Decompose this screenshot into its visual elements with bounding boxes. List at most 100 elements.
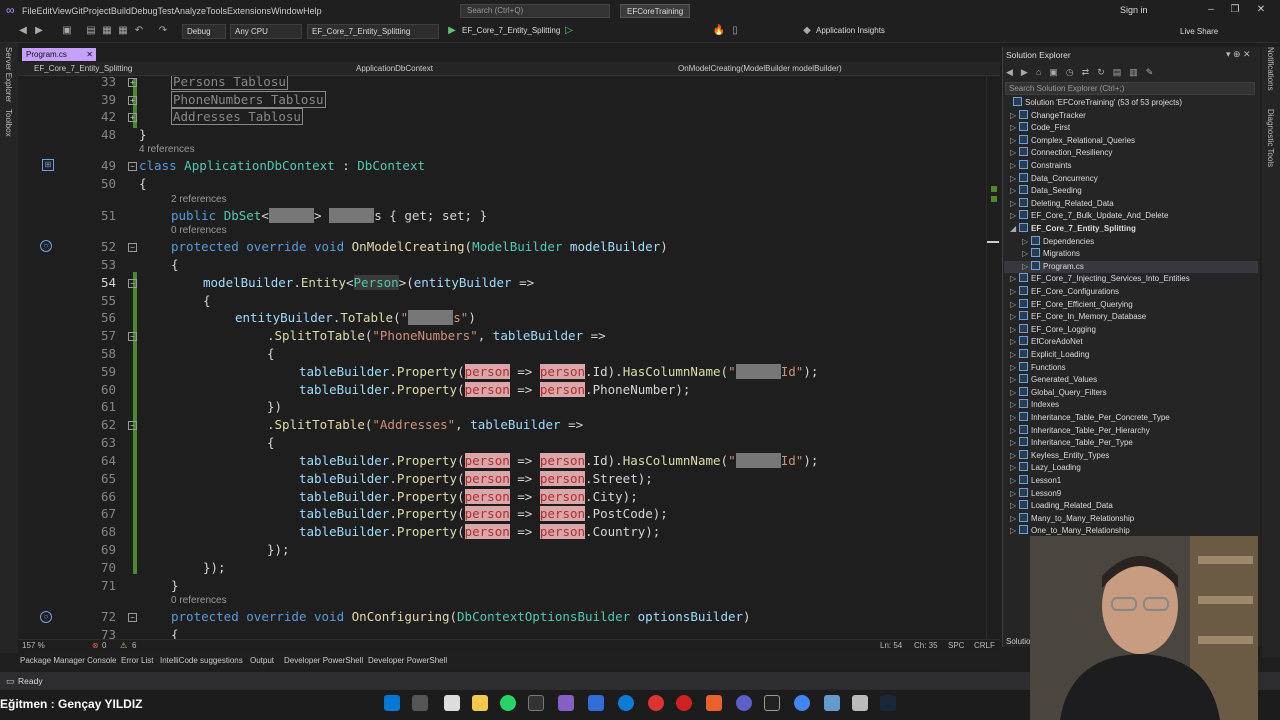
postman-icon[interactable] [706, 695, 722, 711]
codelens-references[interactable]: 0 references [171, 595, 227, 606]
solution-tree-item[interactable]: ▷ Global_Query_Filters [1004, 386, 1258, 399]
nav-project-dropdown[interactable]: EF_Core_7_Entity_Splitting [34, 63, 334, 75]
search-input[interactable]: Search (Ctrl+Q) [460, 4, 610, 18]
solution-tree-item[interactable]: ▷ Functions [1004, 361, 1258, 374]
codelens-references[interactable]: 4 references [139, 144, 195, 155]
collapsed-region[interactable]: PhoneNumbers Tablosu [171, 91, 326, 108]
nav-member-dropdown[interactable]: OnModelCreating(ModelBuilder modelBuilde… [678, 63, 978, 75]
visual-studio-logo-icon[interactable]: ∞ [6, 4, 20, 17]
signin-link[interactable]: Sign in [1120, 0, 1148, 21]
solution-tree-item[interactable]: ▷ Program.cs [1004, 260, 1258, 273]
chevron-right-icon[interactable]: ▷ [1010, 462, 1019, 474]
override-icon[interactable]: ○ [40, 611, 52, 623]
chevron-right-icon[interactable]: ▷ [1010, 198, 1019, 210]
app-icon[interactable] [852, 695, 868, 711]
back-icon[interactable]: ◀ [1006, 67, 1013, 78]
maximize-icon[interactable]: ❐ [1222, 2, 1248, 18]
menu-edit[interactable]: Edit [37, 6, 53, 16]
close-window-icon[interactable]: ✕ [1248, 2, 1274, 18]
expand-region-icon[interactable]: + [128, 78, 137, 87]
collapse-region-icon[interactable]: − [128, 243, 137, 252]
solution-tree-item[interactable]: ▷ Many_to_Many_Relationship [1004, 512, 1258, 525]
bookmark-icon[interactable]: ▯ [728, 24, 742, 38]
hot-reload-icon[interactable]: 🔥 [712, 24, 726, 38]
visual-studio-icon[interactable] [558, 695, 574, 711]
menu-window[interactable]: Window [271, 6, 303, 16]
menu-file[interactable]: File [22, 6, 37, 16]
menu-build[interactable]: Build [111, 6, 131, 16]
editor-vertical-scrollbar[interactable] [986, 76, 999, 639]
toolbox-tab[interactable]: Toolbox [4, 109, 13, 137]
chevron-right-icon[interactable]: ▷ [1010, 450, 1019, 462]
menu-project[interactable]: Project [83, 6, 111, 16]
chevron-right-icon[interactable]: ▷ [1010, 173, 1019, 185]
opera-icon[interactable] [648, 695, 664, 711]
collapsed-region[interactable]: Persons Tablosu [171, 76, 288, 90]
startup-project-dropdown[interactable]: EF_Core_7_Entity_Splitting [307, 24, 439, 39]
chevron-right-icon[interactable]: ▷ [1010, 362, 1019, 374]
home-icon[interactable]: ⌂ [1036, 67, 1041, 77]
solution-tree-item[interactable]: ▷ Indexes [1004, 399, 1258, 411]
warning-count[interactable]: 6 [132, 640, 136, 651]
remote-desktop-icon[interactable] [588, 695, 604, 711]
solution-tree-item[interactable]: ▷ Explicit_Loading [1004, 349, 1258, 361]
pending-changes-icon[interactable]: ◷ [1066, 67, 1074, 78]
chevron-right-icon[interactable]: ▷ [1022, 248, 1031, 260]
app-icon[interactable] [824, 695, 840, 711]
chevron-right-icon[interactable]: ▷ [1010, 513, 1019, 525]
file-explorer-icon[interactable] [472, 695, 488, 711]
collapse-region-icon[interactable]: − [128, 613, 137, 622]
chevron-right-icon[interactable]: ▷ [1010, 437, 1019, 449]
solution-tree-item[interactable]: ▷ Deleting_Related_Data [1004, 197, 1258, 210]
menu-tools[interactable]: Tools [206, 6, 227, 16]
chevron-right-icon[interactable]: ▷ [1010, 500, 1019, 512]
teams-icon[interactable] [736, 695, 752, 711]
save-all-icon[interactable]: ▦ [116, 24, 130, 38]
menu-debug[interactable]: Debug [131, 6, 158, 16]
chevron-right-icon[interactable]: ▷ [1010, 399, 1019, 411]
chevron-right-icon[interactable]: ▷ [1010, 286, 1019, 298]
pin-icon[interactable]: ▾ ⊕ ✕ [1226, 49, 1251, 60]
obs-icon[interactable] [764, 695, 780, 711]
solution-tree-item[interactable]: ▷ EF_Core_7_Injecting_Services_Into_Entit… [1004, 273, 1258, 285]
chevron-right-icon[interactable]: ▷ [1010, 412, 1019, 424]
terminal-icon[interactable] [528, 695, 544, 711]
chevron-right-icon[interactable]: ▷ [1010, 273, 1019, 285]
open-icon[interactable]: ▤ [84, 24, 98, 38]
tab-developer-powershell-2[interactable]: Developer PowerShell [368, 655, 447, 667]
menu-analyze[interactable]: Analyze [174, 6, 206, 16]
server-explorer-tab[interactable]: Server Explorer [4, 47, 13, 103]
solution-tree-item[interactable]: ▷ Complex_Relational_Queries [1004, 134, 1258, 147]
solution-tree-item[interactable]: ▷ Data_Concurrency [1004, 172, 1258, 185]
solution-tree-item[interactable]: ▷ Code_First [1004, 122, 1258, 134]
solution-tree-item[interactable]: ▷ Inheritance_Table_Per_Type [1004, 437, 1258, 449]
notifications-tab[interactable]: Notifications [1266, 47, 1275, 91]
solution-tree-item[interactable]: ▷ EF_Core_Configurations [1004, 286, 1258, 298]
solution-tree-item[interactable]: ▷ EfCoreAdoNet [1004, 336, 1258, 348]
solution-tree-item[interactable]: ◢ EF_Core_7_Entity_Splitting [1004, 223, 1258, 235]
chevron-right-icon[interactable]: ▷ [1010, 160, 1019, 172]
chevron-right-icon[interactable]: ▷ [1010, 210, 1019, 222]
solution-tree-item[interactable]: ▷ ChangeTracker [1004, 109, 1258, 122]
application-insights-button[interactable]: Application Insights [812, 24, 898, 39]
zoom-level[interactable]: 157 % [22, 640, 45, 651]
minimize-icon[interactable]: – [1198, 2, 1224, 18]
properties-icon[interactable]: ✎ [1146, 67, 1154, 78]
expand-region-icon[interactable]: + [128, 96, 137, 105]
record-icon[interactable] [676, 695, 692, 711]
collapsed-region[interactable]: Addresses Tablosu [171, 108, 303, 125]
chevron-right-icon[interactable]: ▷ [1010, 336, 1019, 348]
tab-program-cs[interactable]: Program.cs ✕ [22, 48, 96, 61]
run-without-debug-icon[interactable]: ▷ [562, 24, 576, 38]
chevron-right-icon[interactable]: ▷ [1010, 324, 1019, 336]
chevron-right-icon[interactable]: ▷ [1010, 488, 1019, 500]
solution-root[interactable]: Solution 'EFCoreTraining' (53 of 53 proj… [1004, 97, 1258, 109]
config-dropdown[interactable]: Debug [182, 24, 226, 39]
solution-tree-item[interactable]: ▷ EF_Core_In_Memory_Database [1004, 311, 1258, 323]
solution-tree-item[interactable]: ▷ One_to_Many_Relationship [1004, 525, 1258, 535]
edge-icon[interactable] [618, 695, 634, 711]
chevron-right-icon[interactable]: ▷ [1010, 425, 1019, 437]
chevron-right-icon[interactable]: ▷ [1022, 261, 1031, 273]
solution-tree-item[interactable]: ▷ Connection_Resiliency [1004, 147, 1258, 159]
codelens-references[interactable]: 2 references [171, 194, 227, 205]
